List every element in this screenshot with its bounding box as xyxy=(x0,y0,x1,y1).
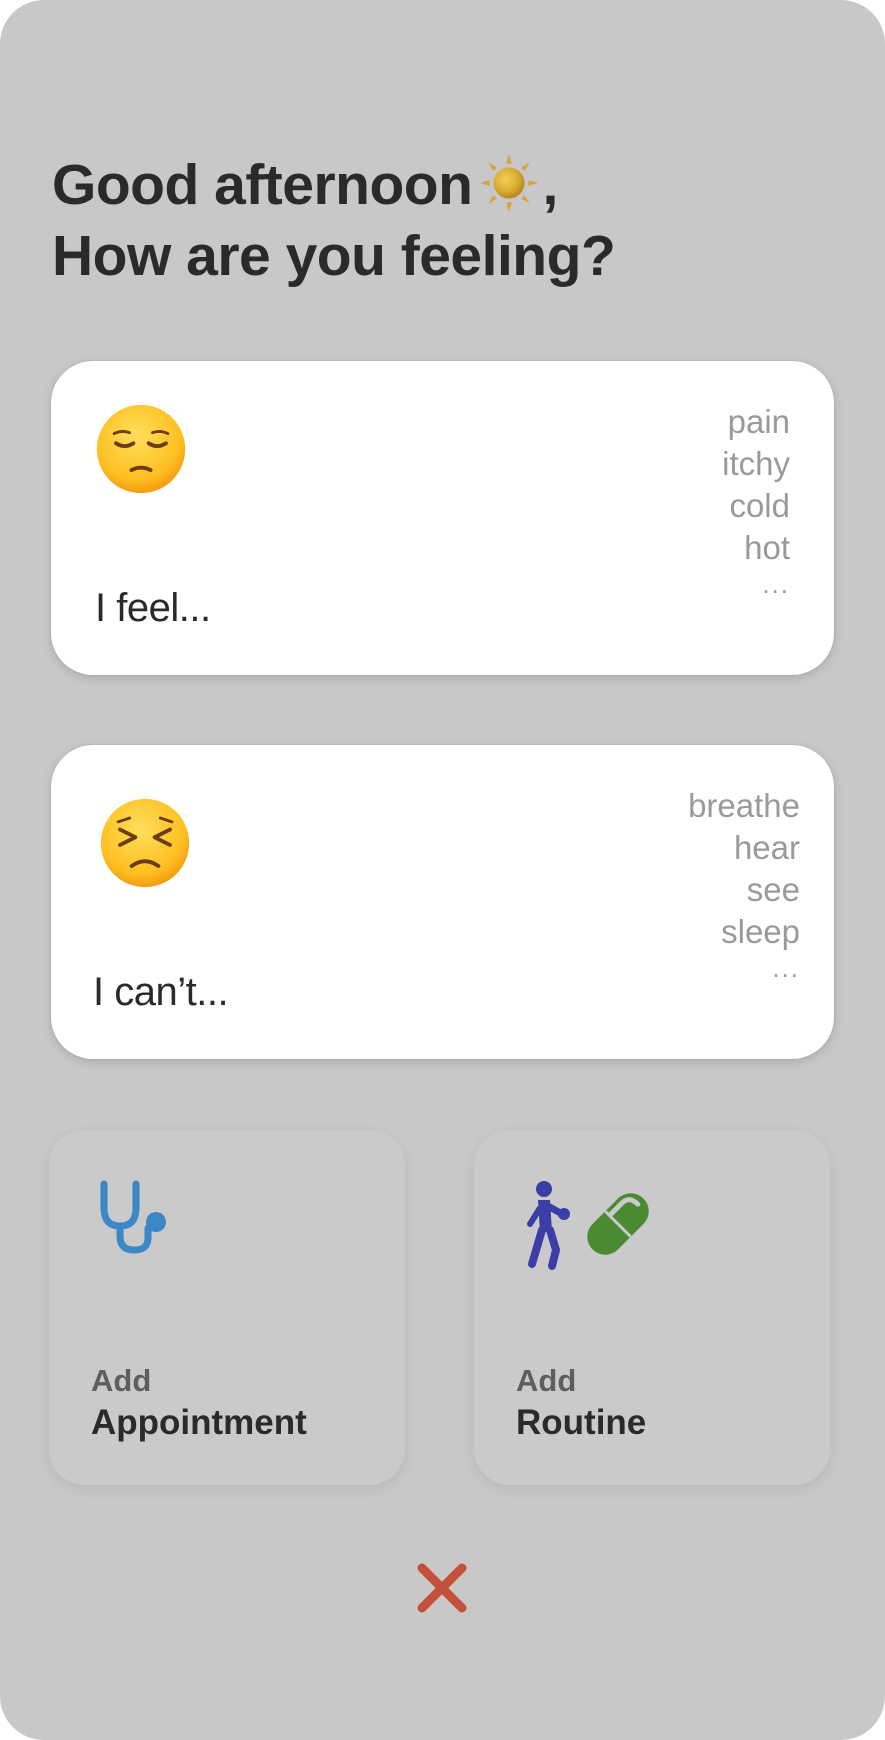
feel-options-list: pain itchy cold hot ... xyxy=(722,401,790,599)
app-screen: Good afternoon , How are you feeling? pa… xyxy=(0,0,885,1740)
greeting-text: Good afternoon xyxy=(52,153,473,217)
i-cant-card[interactable]: breathe hear see sleep ... I can’t... xyxy=(51,745,834,1059)
i-feel-card[interactable]: pain itchy cold hot ... I feel... xyxy=(51,361,834,675)
cant-option-breathe[interactable]: breathe xyxy=(688,785,800,827)
add-routine-button[interactable]: Add Routine xyxy=(474,1130,830,1485)
appointment-add-label: Add xyxy=(91,1363,152,1398)
persevering-face-icon xyxy=(100,798,190,888)
i-feel-title: I feel... xyxy=(95,586,211,630)
feel-option-pain[interactable]: pain xyxy=(722,401,790,443)
greeting-line-2: How are you feeling? xyxy=(52,224,616,288)
pensive-face-icon xyxy=(96,404,186,494)
cant-options-list: breathe hear see sleep ... xyxy=(688,785,800,983)
feel-more-options[interactable]: ... xyxy=(722,569,790,599)
pill-icon xyxy=(587,1193,649,1255)
cant-option-see[interactable]: see xyxy=(688,869,800,911)
exercise-person-icon xyxy=(527,1181,570,1270)
close-icon[interactable] xyxy=(416,1562,468,1614)
stethoscope-icon xyxy=(100,1180,166,1254)
cant-more-options[interactable]: ... xyxy=(688,953,800,983)
feel-option-hot[interactable]: hot xyxy=(722,527,790,569)
feel-option-cold[interactable]: cold xyxy=(722,485,790,527)
routine-add-label: Add xyxy=(516,1363,577,1398)
i-cant-title: I can’t... xyxy=(93,970,229,1014)
appointment-label: Appointment xyxy=(91,1403,307,1442)
cant-option-sleep[interactable]: sleep xyxy=(688,911,800,953)
add-appointment-button[interactable]: Add Appointment xyxy=(49,1130,405,1485)
routine-label: Routine xyxy=(516,1403,647,1442)
greeting-header: Good afternoon , How are you feeling? xyxy=(52,150,832,292)
feel-option-itchy[interactable]: itchy xyxy=(722,443,790,485)
sun-icon xyxy=(480,153,539,213)
greeting-suffix: , xyxy=(542,153,558,217)
cant-option-hear[interactable]: hear xyxy=(688,827,800,869)
greeting-line-1: Good afternoon , xyxy=(52,150,832,221)
